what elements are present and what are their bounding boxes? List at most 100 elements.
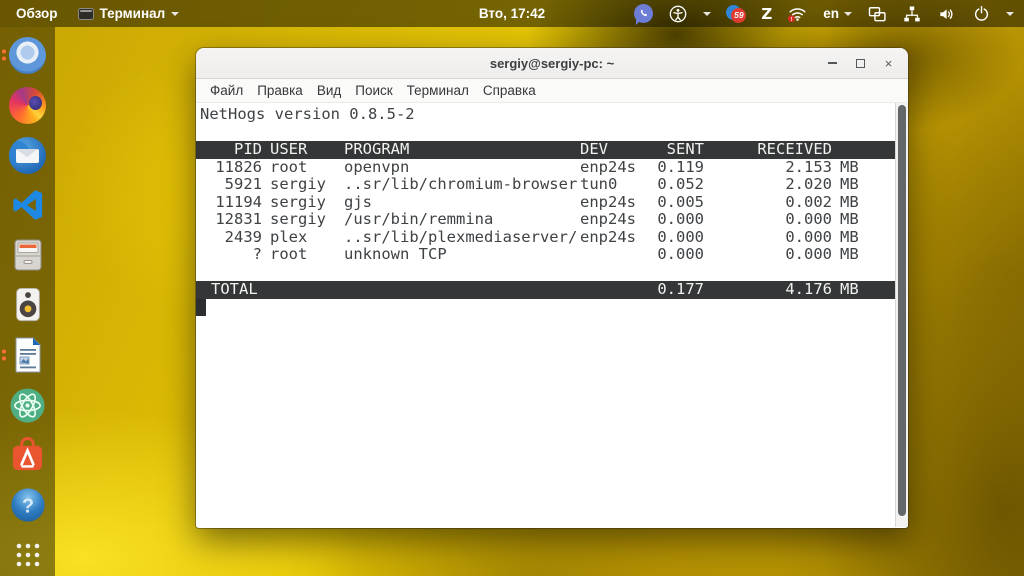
help-icon: ? [10, 487, 46, 523]
cell-sent: 0.000 [644, 211, 704, 229]
snap-store-icon [9, 437, 46, 474]
viber-icon[interactable] [634, 4, 653, 23]
nethogs-output: NetHogs version 0.8.5-2 PID USER PROGRAM… [196, 103, 895, 527]
dock-item-snap-store[interactable] [8, 435, 48, 475]
file-cabinet-icon [9, 236, 47, 274]
minimize-button[interactable] [823, 54, 842, 73]
menu-terminal[interactable]: Терминал [400, 79, 476, 103]
total-sent: 0.177 [644, 281, 704, 299]
cell-unit: MB [840, 194, 866, 212]
cell-program: openvpn [344, 159, 580, 177]
total-received: 4.176 [704, 281, 832, 299]
cell-user: root [270, 246, 344, 264]
table-row: 2439 plex ..sr/lib/plexmediaserver/ enp2… [196, 229, 895, 247]
dock-item-help[interactable]: ? [8, 485, 48, 525]
chevron-down-icon [1006, 12, 1014, 16]
app-menu-label: Терминал [100, 6, 166, 21]
cell-sent: 0.119 [644, 159, 704, 177]
cell-pid: 11194 [200, 194, 262, 212]
badge-count: 59 [731, 8, 746, 23]
dock-item-chromium[interactable] [8, 35, 48, 75]
cell-program: gjs [344, 194, 580, 212]
menu-edit[interactable]: Правка [250, 79, 310, 103]
firefox-icon [9, 87, 46, 124]
svg-text:?: ? [21, 496, 33, 518]
cell-received: 0.000 [704, 211, 832, 229]
chevron-down-icon [171, 12, 179, 16]
accessibility-icon[interactable] [668, 4, 688, 24]
vscode-icon [10, 187, 46, 223]
table-row: 5921 sergiy ..sr/lib/chromium-browser tu… [196, 176, 895, 194]
cell-pid: 5921 [200, 176, 262, 194]
terminal-icon [78, 8, 94, 20]
dock-item-thunderbird[interactable] [8, 135, 48, 175]
activities-button[interactable]: Обзор [10, 0, 64, 27]
dock-item-files[interactable] [8, 235, 48, 275]
menu-search[interactable]: Поиск [348, 79, 399, 103]
clock[interactable]: Вто, 17:42 [473, 0, 551, 27]
cell-program: ..sr/lib/plexmediaserver/ [344, 229, 580, 247]
dock-item-atom[interactable] [8, 385, 48, 425]
dock-item-libreoffice-writer[interactable] [8, 335, 48, 375]
cell-dev: enp24s [580, 211, 644, 229]
top-bar-center: Вто, 17:42 [473, 0, 551, 27]
dock-item-show-applications[interactable] [8, 535, 48, 575]
close-icon: × [885, 57, 893, 70]
cell-user: sergiy [270, 176, 344, 194]
blank-line [196, 124, 895, 142]
terminal-content[interactable]: NetHogs version 0.8.5-2 PID USER PROGRAM… [196, 103, 908, 527]
cell-received: 0.000 [704, 229, 832, 247]
wifi-alert-icon[interactable]: ! [787, 4, 808, 23]
top-bar-tray: 59 Z ! en [634, 4, 1014, 24]
dock-item-audio-player[interactable] [8, 285, 48, 325]
cell-unit: MB [840, 176, 866, 194]
cell-pid: 2439 [200, 229, 262, 247]
cell-pid: ? [200, 246, 262, 264]
cell-pid: 11826 [200, 159, 262, 177]
menu-help[interactable]: Справка [476, 79, 543, 103]
cell-received: 2.020 [704, 176, 832, 194]
nethogs-total-row: TOTAL 0.177 4.176 MB [196, 281, 895, 299]
cell-user: sergiy [270, 211, 344, 229]
network-wired-icon[interactable] [902, 4, 922, 24]
window-controls: × [823, 48, 898, 78]
dock: ? [0, 27, 55, 576]
scrollbar-thumb[interactable] [898, 105, 906, 516]
running-indicator [2, 50, 6, 61]
chromium-icon [9, 37, 46, 74]
total-label: TOTAL [200, 281, 644, 299]
keyboard-layout-indicator[interactable]: en [823, 6, 852, 21]
cell-user: root [270, 159, 344, 177]
notification-badge-icon[interactable]: 59 [726, 5, 746, 23]
menu-file[interactable]: Файл [203, 79, 250, 103]
table-row: 11826 root openvpn enp24s 0.119 2.153 MB [196, 159, 895, 177]
scrollbar[interactable] [895, 103, 908, 527]
cell-dev: tun0 [580, 176, 644, 194]
table-row: ? root unknown TCP 0.000 0.000 MB [196, 246, 895, 264]
cell-sent: 0.052 [644, 176, 704, 194]
close-button[interactable]: × [879, 54, 898, 73]
cell-sent: 0.000 [644, 246, 704, 264]
svg-text:!: ! [791, 17, 793, 23]
power-icon[interactable] [972, 4, 991, 23]
cell-unit: MB [840, 211, 866, 229]
cell-dev [580, 246, 644, 264]
maximize-button[interactable] [851, 54, 870, 73]
z-icon[interactable]: Z [761, 5, 772, 23]
cell-unit: MB [840, 246, 866, 264]
volume-icon[interactable] [937, 4, 957, 24]
cell-received: 0.002 [704, 194, 832, 212]
col-received: RECEIVED [704, 141, 832, 159]
menu-view[interactable]: Вид [310, 79, 348, 103]
table-row: 12831 sergiy /usr/bin/remmina enp24s 0.0… [196, 211, 895, 229]
app-menu[interactable]: Терминал [72, 0, 186, 27]
cell-dev: enp24s [580, 194, 644, 212]
speaker-icon [10, 286, 46, 324]
chevron-down-icon [844, 12, 852, 16]
top-bar-left: Обзор Терминал [10, 0, 185, 27]
window-titlebar[interactable]: sergiy@sergiy-pc: ~ × [196, 48, 908, 79]
dock-item-vscode[interactable] [8, 185, 48, 225]
screen-share-icon[interactable] [867, 4, 887, 24]
dock-item-firefox[interactable] [8, 85, 48, 125]
cell-sent: 0.000 [644, 229, 704, 247]
